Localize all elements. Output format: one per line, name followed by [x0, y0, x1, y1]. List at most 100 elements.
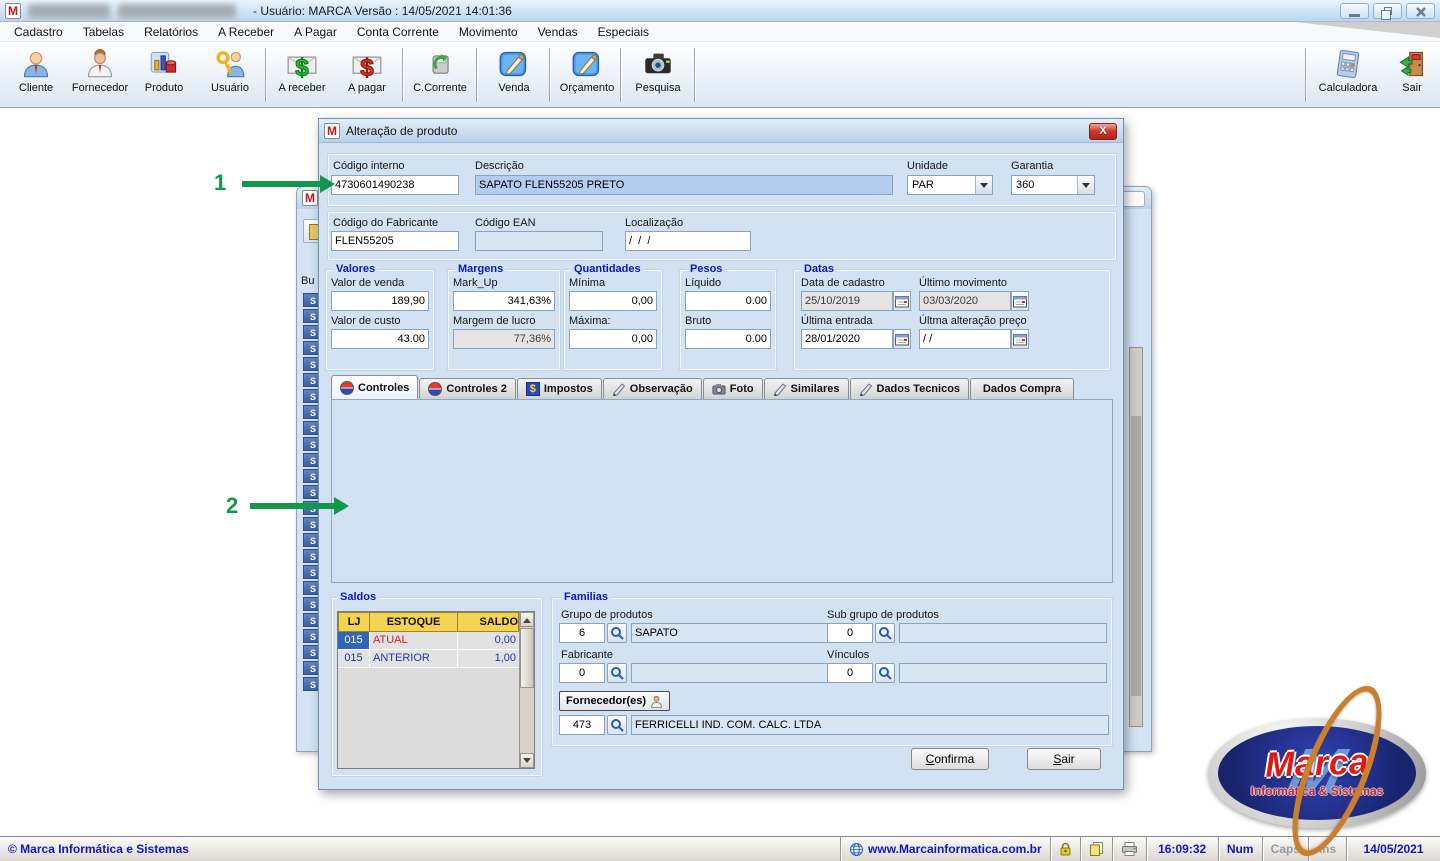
menu-item-conta-corrente[interactable]: Conta Corrente: [347, 23, 449, 41]
codigo-interno-input[interactable]: [331, 175, 459, 195]
calendar-icon[interactable]: [893, 329, 911, 349]
toolbar-button-sair[interactable]: Sair: [1385, 45, 1439, 105]
valor-venda-input[interactable]: [331, 291, 429, 311]
tab-dados-compra[interactable]: Dados Compra: [970, 378, 1074, 399]
menu-item-relatorios[interactable]: Relatórios: [134, 23, 208, 41]
svg-text:$: $: [360, 55, 374, 79]
sair-button[interactable]: Sair: [1027, 748, 1101, 770]
dialog-close-button[interactable]: X: [1089, 123, 1117, 140]
valor-custo-input[interactable]: [331, 329, 429, 349]
toolbar-button-ccorrente[interactable]: C.Corrente: [407, 45, 473, 105]
menu-item-cadastro[interactable]: Cadastro: [4, 23, 73, 41]
close-button[interactable]: [1406, 3, 1435, 19]
exit-door-icon: [1397, 48, 1427, 80]
localizacao-input[interactable]: [625, 231, 751, 251]
ultima-entrada-field[interactable]: 28/01/2020: [801, 329, 911, 349]
tab-foto[interactable]: Foto: [703, 378, 763, 399]
globe-icon: [340, 381, 354, 395]
vinculos-num-input[interactable]: [827, 663, 873, 683]
scroll-down-icon[interactable]: [520, 753, 534, 768]
grupo-produtos-label: Grupo de produtos: [561, 609, 653, 621]
sub-grupo-num-input[interactable]: [827, 623, 873, 643]
pencil-icon: [612, 382, 626, 396]
fabricante-search-button[interactable]: [607, 663, 627, 683]
descricao-input[interactable]: [475, 175, 893, 195]
menu-item-especiais[interactable]: Especiais: [588, 23, 659, 41]
confirma-button[interactable]: Confirma: [911, 748, 989, 770]
toolbar-separator: [402, 48, 403, 102]
magnifier-icon: [610, 666, 624, 680]
margens-group-title: Margens: [455, 263, 506, 275]
status-printer: [1112, 837, 1146, 861]
ultima-alteracao-preco-label: Últma alteração preço: [919, 315, 1027, 327]
annotation-arrow-2-shaft: [250, 503, 334, 509]
quantidade-maxima-label: Máxima:: [569, 315, 611, 327]
vinculos-search-button[interactable]: [875, 663, 895, 683]
codigo-fabricante-input[interactable]: [331, 231, 459, 251]
saldos-scrollbar[interactable]: [519, 612, 534, 768]
redacted-title-block: [118, 4, 236, 18]
toolbar-button-a-pagar[interactable]: $ A pagar: [334, 45, 400, 105]
menu-item-vendas[interactable]: Vendas: [528, 23, 588, 41]
fabricante-num-input[interactable]: [559, 663, 605, 683]
peso-bruto-input[interactable]: [685, 329, 771, 349]
ultima-alteracao-preco-field[interactable]: / /: [919, 329, 1029, 349]
globe-icon: [428, 382, 442, 396]
calendar-icon[interactable]: [1011, 329, 1029, 349]
calendar-icon[interactable]: [1011, 291, 1029, 311]
garantia-combobox[interactable]: 360: [1011, 175, 1095, 195]
quantidade-maxima-input[interactable]: [569, 329, 657, 349]
dialog-title: Alteração de produto: [346, 124, 457, 138]
menu-item-a-receber[interactable]: A Receber: [208, 23, 284, 41]
fornecedores-button[interactable]: Fornecedor(es): [559, 691, 670, 711]
scrollbar-thumb[interactable]: [520, 628, 534, 688]
sub-grupo-search-button[interactable]: [875, 623, 895, 643]
quantidade-minima-label: Mínima: [569, 277, 605, 289]
tab-controles[interactable]: Controles: [331, 375, 418, 399]
grupo-produtos-search-button[interactable]: [607, 623, 627, 643]
scroll-up-icon[interactable]: [520, 612, 534, 627]
status-website[interactable]: www.Marcainformatica.com.br: [840, 837, 1050, 861]
toolbar-button-orcamento[interactable]: Orçamento: [554, 45, 620, 105]
toolbar-button-a-receber[interactable]: $ A receber: [269, 45, 335, 105]
fornecedor-search-button[interactable]: [607, 715, 627, 735]
chevron-down-icon[interactable]: [975, 176, 992, 194]
grupo-produtos-num-input[interactable]: [559, 623, 605, 643]
user-key-icon: [215, 48, 245, 80]
saldos-row-anterior[interactable]: 015 ANTERIOR 1,00: [338, 650, 534, 668]
peso-liquido-input[interactable]: [685, 291, 771, 311]
minimize-button[interactable]: [1340, 3, 1369, 19]
markup-input[interactable]: [453, 291, 555, 311]
peso-liquido-label: Líquido: [685, 277, 721, 289]
toolbar-button-cliente[interactable]: Cliente: [3, 45, 69, 105]
toolbar-button-produto[interactable]: Produto: [131, 45, 197, 105]
tab-controles-2[interactable]: Controles 2: [419, 378, 516, 399]
fornecedor-num-input[interactable]: [559, 715, 605, 735]
unidade-combobox[interactable]: PAR: [907, 175, 993, 195]
menu-item-tabelas[interactable]: Tabelas: [73, 23, 134, 41]
codigo-ean-input[interactable]: [475, 231, 603, 251]
restore-button[interactable]: [1373, 3, 1402, 19]
calendar-icon[interactable]: [893, 291, 911, 311]
toolbar-button-pesquisa[interactable]: Pesquisa: [625, 45, 691, 105]
toolbar-button-calculadora[interactable]: Calculadora: [1313, 45, 1383, 105]
supplier-person-icon: [85, 48, 115, 80]
close-x-icon: [1415, 6, 1427, 18]
tab-similares[interactable]: Similares: [764, 378, 849, 399]
supplier-mini-icon: [650, 695, 663, 708]
descricao-label: Descrição: [475, 160, 524, 172]
toolbar-button-usuario[interactable]: Usuário: [197, 45, 263, 105]
codigo-ean-label: Código EAN: [475, 217, 536, 229]
chevron-down-icon[interactable]: [1077, 176, 1094, 194]
toolbar-separator: [694, 48, 695, 102]
menu-item-a-pagar[interactable]: A Pagar: [284, 23, 347, 41]
toolbar-button-venda[interactable]: Venda: [481, 45, 547, 105]
tab-impostos[interactable]: Impostos: [517, 378, 602, 399]
tab-dados-tecnicos[interactable]: Dados Tecnicos: [850, 378, 970, 399]
quantidade-minima-input[interactable]: [569, 291, 657, 311]
toolbar-button-fornecedor[interactable]: Fornecedor: [67, 45, 133, 105]
background-window-scrollbar[interactable]: [1129, 347, 1143, 727]
saldos-row-atual[interactable]: 015 ATUAL 0,00: [338, 632, 534, 650]
menu-item-movimento[interactable]: Movimento: [449, 23, 528, 41]
tab-observacao[interactable]: Observação: [603, 378, 702, 399]
